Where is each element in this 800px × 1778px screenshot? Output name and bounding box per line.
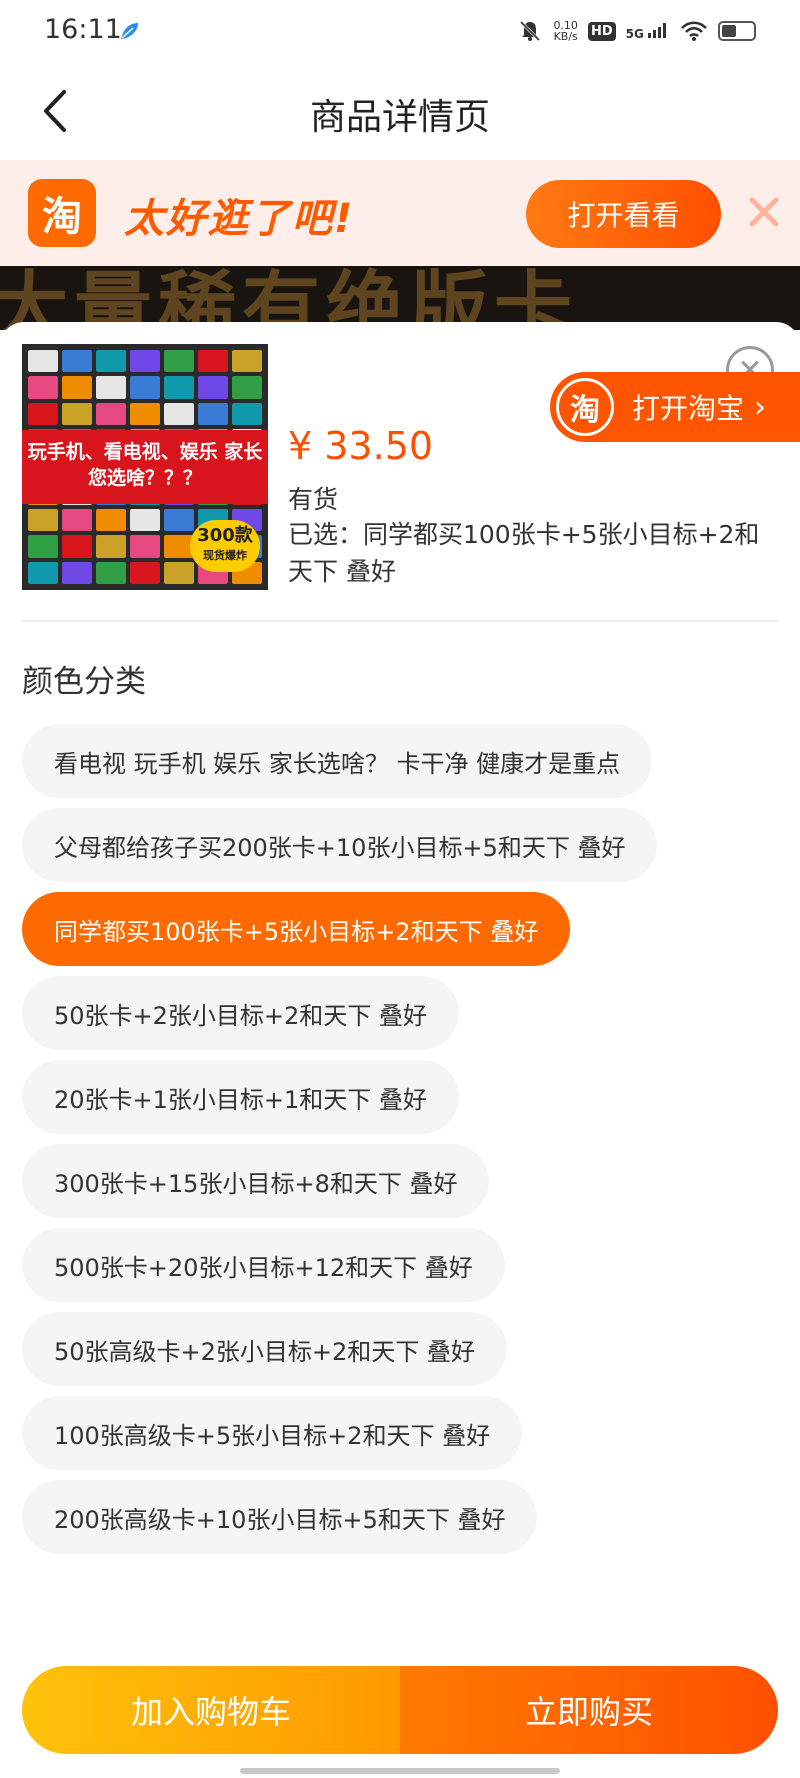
open-app-button[interactable]: 打开看看: [526, 180, 721, 248]
thumbnail-card: [28, 561, 58, 584]
section-title: 颜色分类: [22, 664, 146, 700]
signal-bars-icon: [648, 22, 666, 38]
sku-option[interactable]: 50张卡+2张小目标+2和天下 叠好: [22, 976, 459, 1050]
open-taobao-button[interactable]: 淘 打开淘宝 ›: [550, 372, 800, 442]
thumbnail-card: [164, 376, 194, 399]
thumbnail-card: [198, 350, 228, 373]
background-text: 大量稀有绝版卡: [0, 266, 579, 330]
mute-bell-icon: [520, 20, 541, 42]
thumbnail-card: [164, 350, 194, 373]
battery-icon: [718, 21, 756, 41]
thumbnail-card: [28, 350, 58, 373]
speed-unit: KB/s: [553, 30, 578, 43]
sku-option[interactable]: 50张高级卡+2张小目标+2和天下 叠好: [22, 1312, 507, 1386]
close-icon[interactable]: [744, 192, 784, 232]
buy-now-button[interactable]: 立即购买: [400, 1666, 778, 1754]
status-bar: 16:11 0.10 KB/s HD 5G: [0, 0, 800, 62]
sku-option[interactable]: 同学都买100张卡+5张小目标+2和天下 叠好: [22, 892, 571, 966]
signal-5g-icon: 5G: [626, 22, 670, 41]
thumbnail-card: [198, 402, 228, 426]
thumbnail-card: [28, 535, 58, 558]
thumbnail-card: [28, 402, 58, 426]
open-taobao-label: 打开淘宝: [632, 392, 745, 425]
thumbnail-card: [96, 508, 126, 532]
badge-sub: 现货爆炸: [203, 549, 247, 562]
thumbnail-card: [96, 561, 126, 584]
page-title: 商品详情页: [309, 97, 490, 138]
thumbnail-card: [96, 535, 126, 558]
sku-option[interactable]: 500张卡+20张小目标+12和天下 叠好: [22, 1228, 505, 1302]
stock-status: 有货: [288, 485, 339, 514]
thumbnail-card: [130, 402, 160, 426]
thumbnail-card: [232, 402, 262, 426]
hd-icon: HD: [587, 21, 616, 41]
wifi-icon: [681, 21, 707, 41]
selected-sku: 已选：同学都买100张卡+5张小目标+2和天下 叠好: [288, 520, 760, 586]
thumbnail-badge: 300款 现货爆炸: [190, 520, 260, 572]
header: 商品详情页: [0, 62, 800, 160]
sku-option[interactable]: 300张卡+15张小目标+8和天下 叠好: [22, 1144, 490, 1218]
sku-option[interactable]: 父母都给孩子买200张卡+10张小目标+5和天下 叠好: [22, 808, 658, 882]
status-time: 16:11: [44, 14, 122, 45]
thumbnail-card: [62, 561, 92, 584]
thumbnail-card: [28, 376, 58, 399]
app-notification-icon: [121, 23, 138, 39]
taobao-logo-icon: 淘: [28, 179, 96, 247]
add-to-cart-button[interactable]: 加入购物车: [22, 1666, 400, 1754]
thumbnail-card: [164, 402, 194, 426]
sku-option[interactable]: 100张高级卡+5张小目标+2和天下 叠好: [22, 1396, 523, 1470]
thumbnail-card: [62, 535, 92, 558]
thumbnail-card: [28, 508, 58, 532]
thumbnail-card: [96, 376, 126, 399]
thumbnail-card: [130, 508, 160, 532]
thumbnail-card: [62, 402, 92, 426]
thumbnail-card: [96, 350, 126, 373]
thumbnail-card: [62, 508, 92, 532]
thumbnail-card: [232, 376, 262, 399]
thumbnail-card: [198, 376, 228, 399]
network-type: 5G: [625, 26, 644, 41]
thumbnail-card: [130, 376, 160, 399]
thumbnail-card: [96, 402, 126, 426]
battery-level: [722, 25, 736, 37]
product-thumbnail[interactable]: 玩手机、看电视、娱乐 家长您选啥？？？ 300款 现货爆炸: [22, 344, 268, 590]
network-speed: 0.10 KB/s: [553, 20, 578, 42]
product-banner-background: 大量稀有绝版卡: [0, 266, 800, 330]
thumbnail-card: [130, 350, 160, 373]
banner-slogan: 太好逛了吧!: [124, 196, 355, 242]
taobao-app-banner[interactable]: 淘 太好逛了吧! 打开看看: [0, 160, 800, 266]
thumbnail-card: [130, 535, 160, 558]
sku-selection-sheet: 玩手机、看电视、娱乐 家长您选啥？？？ 300款 现货爆炸 淘 打开淘宝 › ¥…: [0, 322, 800, 1778]
sku-option[interactable]: 20张卡+1张小目标+1和天下 叠好: [22, 1060, 459, 1134]
sku-option[interactable]: 200张高级卡+10张小目标+5和天下 叠好: [22, 1480, 538, 1554]
badge-main: 300款: [197, 525, 253, 546]
thumbnail-card: [62, 376, 92, 399]
thumbnail-card: [232, 350, 262, 373]
status-icons: 0.10 KB/s HD 5G: [517, 16, 756, 46]
thumbnail-card: [130, 561, 160, 584]
home-indicator[interactable]: [240, 1768, 560, 1774]
chevron-right-icon: ›: [754, 389, 767, 425]
taobao-icon: 淘: [556, 378, 614, 436]
price: ¥ 33.50: [288, 424, 434, 468]
divider: [22, 620, 778, 622]
bottom-action-bar: 加入购物车 立即购买: [22, 1666, 778, 1754]
thumbnail-caption: 玩手机、看电视、娱乐 家长您选啥？？？: [22, 430, 268, 504]
thumbnail-card: [62, 350, 92, 373]
sku-option[interactable]: 看电视 玩手机 娱乐 家长选啥？ 卡干净 健康才是重点: [22, 724, 653, 798]
